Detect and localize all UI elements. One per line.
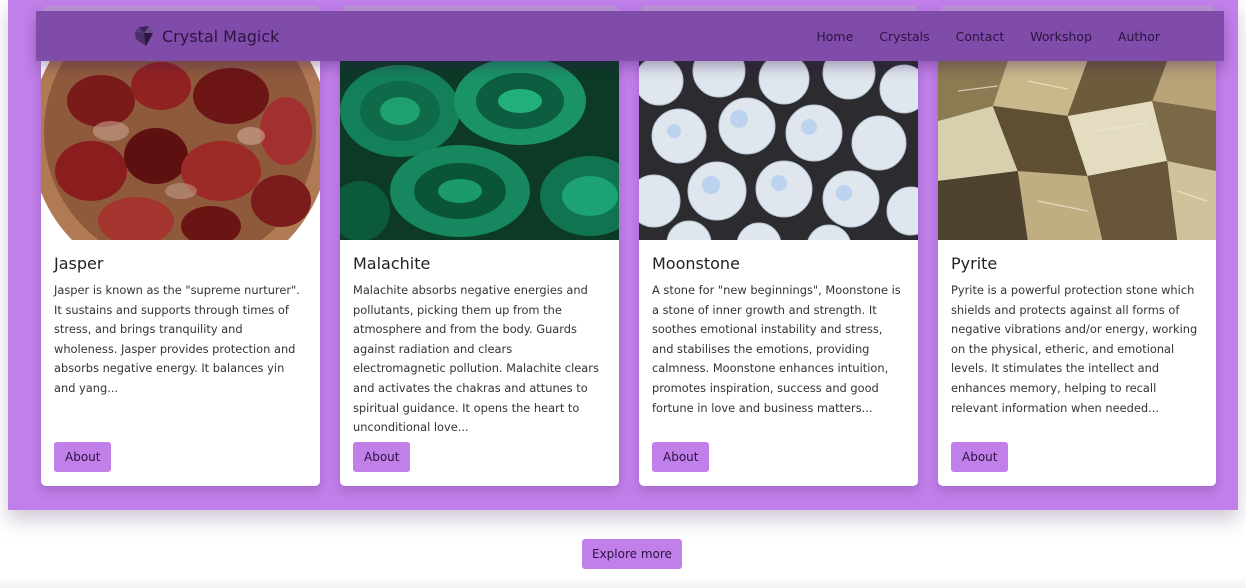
nav-link-author[interactable]: Author (1118, 29, 1160, 44)
crystal-card-malachite: Malachite Malachite absorbs negative ene… (340, 61, 619, 486)
nav-link-crystals[interactable]: Crystals (879, 29, 929, 44)
nav-link-workshop[interactable]: Workshop (1030, 29, 1092, 44)
about-button[interactable]: About (652, 442, 710, 472)
pyrite-image (938, 61, 1216, 240)
crystal-card-jasper: Jasper Jasper is known as the "supreme n… (41, 61, 320, 486)
jasper-image (41, 61, 320, 240)
about-button[interactable]: About (353, 442, 411, 472)
moonstone-image (639, 61, 918, 240)
card-title: Moonstone (652, 254, 740, 273)
card-description: A stone for "new beginnings", Moonstone … (652, 283, 901, 415)
card-title: Pyrite (951, 254, 998, 273)
explore-more-button[interactable]: Explore more (582, 539, 682, 569)
navbar: Crystal Magick Home Crystals Contact Wor… (36, 11, 1224, 61)
nav-link-home[interactable]: Home (816, 29, 853, 44)
malachite-image (340, 61, 619, 240)
brand-link[interactable]: Crystal Magick (132, 24, 279, 48)
crystal-card-moonstone: Moonstone A stone for "new beginnings", … (639, 61, 918, 486)
card-description: Pyrite is a powerful protection stone wh… (951, 283, 1198, 415)
card-description: Jasper is known as the "supreme nurturer… (54, 283, 300, 395)
card-title: Malachite (353, 254, 431, 273)
card-title: Jasper (54, 254, 104, 273)
about-button[interactable]: About (54, 442, 112, 472)
nav-links: Home Crystals Contact Workshop Author (816, 29, 1160, 44)
card-description: Malachite absorbs negative energies and … (353, 283, 599, 435)
crystal-card-pyrite: Pyrite Pyrite is a powerful protection s… (938, 61, 1216, 486)
crystal-logo-icon (135, 26, 153, 46)
page: Jasper Jasper is known as the "supreme n… (0, 0, 1246, 588)
nav-link-contact[interactable]: Contact (956, 29, 1005, 44)
about-button[interactable]: About (951, 442, 1009, 472)
section-divider (0, 578, 1246, 588)
brand-name: Crystal Magick (162, 26, 280, 46)
